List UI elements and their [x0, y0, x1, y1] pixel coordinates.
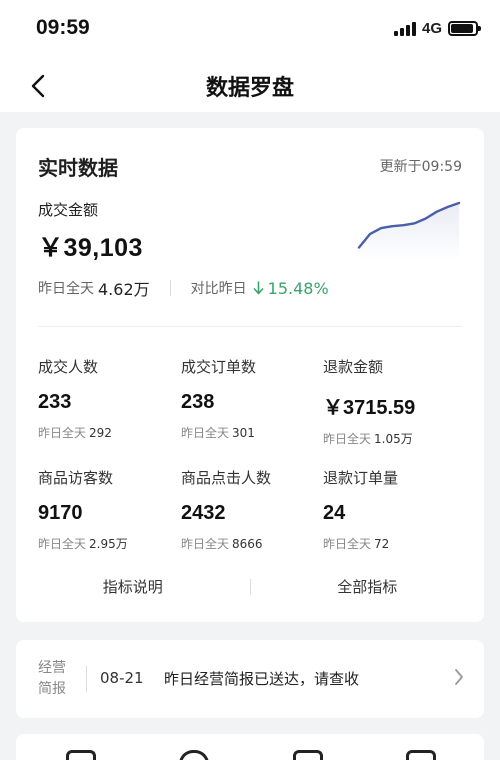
metric-sub-label: 昨日全天	[38, 426, 87, 440]
metric-label: 商品点击人数	[181, 469, 272, 487]
report-tag: 经营 简报	[38, 658, 70, 700]
tool-icon[interactable]	[179, 750, 210, 760]
tool-icon[interactable]	[405, 750, 436, 760]
divider	[38, 326, 462, 327]
metric-sub-label: 昨日全天	[181, 537, 230, 551]
metric-explain-link[interactable]: 指标说明	[16, 576, 250, 597]
card-links: 指标说明 全部指标	[16, 576, 484, 597]
metric-value: 233	[38, 391, 72, 413]
compare-row: 昨日全天 4.62万 对比昨日 15.48%	[38, 276, 329, 300]
metric-label: 退款金额	[323, 358, 384, 376]
status-time: 09:59	[36, 16, 90, 39]
metric-sub: 昨日全天 72	[323, 535, 463, 552]
realtime-title: 实时数据	[38, 156, 118, 180]
metric-sub: 昨日全天 301	[181, 424, 321, 441]
business-report-card[interactable]: 经营 简报 08-21 昨日经营简报已送达，请查收	[16, 640, 484, 718]
update-time: 更新于09:59	[379, 159, 462, 175]
page-title: 数据罗盘	[205, 76, 294, 101]
compare-separator	[169, 280, 171, 296]
metric-sub: 昨日全天 292	[38, 424, 178, 441]
report-tag-line: 简报	[38, 681, 66, 697]
metric-sub-value: 72	[374, 537, 390, 551]
gmv-sparkline	[357, 201, 461, 261]
compare-value: 15.48%	[267, 278, 329, 298]
metric-sub: 昨日全天 1.05万	[323, 430, 463, 447]
metric-sub-value: 292	[89, 426, 112, 440]
metric-sub-label: 昨日全天	[38, 537, 87, 551]
report-text: 昨日经营简报已送达，请查收	[164, 670, 360, 688]
compare-change: 15.48%	[253, 279, 329, 298]
metric-sub-label: 昨日全天	[323, 432, 372, 446]
metric-sub-label: 昨日全天	[181, 426, 230, 440]
tools-card	[16, 734, 484, 760]
tool-icon[interactable]	[292, 750, 323, 760]
metric-label: 成交订单数	[181, 358, 257, 376]
metric-label: 商品访客数	[38, 469, 114, 487]
metric-sub-value: 301	[232, 426, 255, 440]
metric-orders[interactable]: 成交订单数 238 昨日全天 301	[181, 356, 321, 441]
metric-buyers[interactable]: 成交人数 233 昨日全天 292	[38, 356, 178, 441]
metric-refund-amount[interactable]: 退款金额 ￥3715.59 昨日全天 1.05万	[323, 356, 463, 447]
metric-visitors[interactable]: 商品访客数 9170 昨日全天 2.95万	[38, 467, 178, 552]
metric-sub: 昨日全天 2.95万	[38, 535, 178, 552]
metric-value: 24	[323, 502, 346, 524]
realtime-data-card: 实时数据 更新于09:59 成交金额 ￥39,103 昨日全天 4.62万 对比…	[16, 128, 484, 622]
arrow-down-icon	[253, 281, 263, 295]
report-tag-line: 经营	[38, 660, 66, 676]
network-type: 4G	[421, 20, 442, 37]
metric-clicks[interactable]: 商品点击人数 2432 昨日全天 8666	[181, 467, 321, 552]
battery-icon	[448, 21, 481, 36]
compare-label: 对比昨日	[190, 281, 247, 297]
chevron-right-icon	[455, 669, 463, 685]
nav-bar: 数据罗盘	[0, 58, 500, 112]
metric-value: 2432	[181, 502, 226, 524]
metric-value: 238	[181, 391, 215, 413]
metric-value: ￥3715.59	[323, 397, 416, 419]
metric-sub-value: 2.95万	[89, 537, 128, 551]
report-separator	[86, 666, 87, 692]
metric-value: 9170	[38, 502, 83, 524]
gmv-label: 成交金额	[38, 201, 99, 219]
report-date: 08-21	[100, 669, 144, 687]
metric-label: 成交人数	[38, 358, 99, 376]
all-metrics-link[interactable]: 全部指标	[251, 576, 485, 597]
signal-icon	[393, 21, 416, 36]
metric-sub-value: 1.05万	[374, 432, 413, 446]
yesterday-value: 4.62万	[98, 280, 150, 299]
metric-sub: 昨日全天 8666	[181, 535, 321, 552]
status-bar: 09:59 4G	[0, 0, 500, 58]
gmv-value: ￥39,103	[38, 234, 143, 262]
tool-icon[interactable]	[66, 750, 96, 760]
status-indicators: 4G	[393, 20, 481, 37]
metric-sub-value: 8666	[232, 537, 263, 551]
metric-label: 退款订单量	[323, 469, 399, 487]
yesterday-label: 昨日全天	[38, 281, 94, 297]
tool-icons	[66, 750, 436, 760]
metric-sub-label: 昨日全天	[323, 537, 372, 551]
metric-refund-orders[interactable]: 退款订单量 24 昨日全天 72	[323, 467, 463, 552]
